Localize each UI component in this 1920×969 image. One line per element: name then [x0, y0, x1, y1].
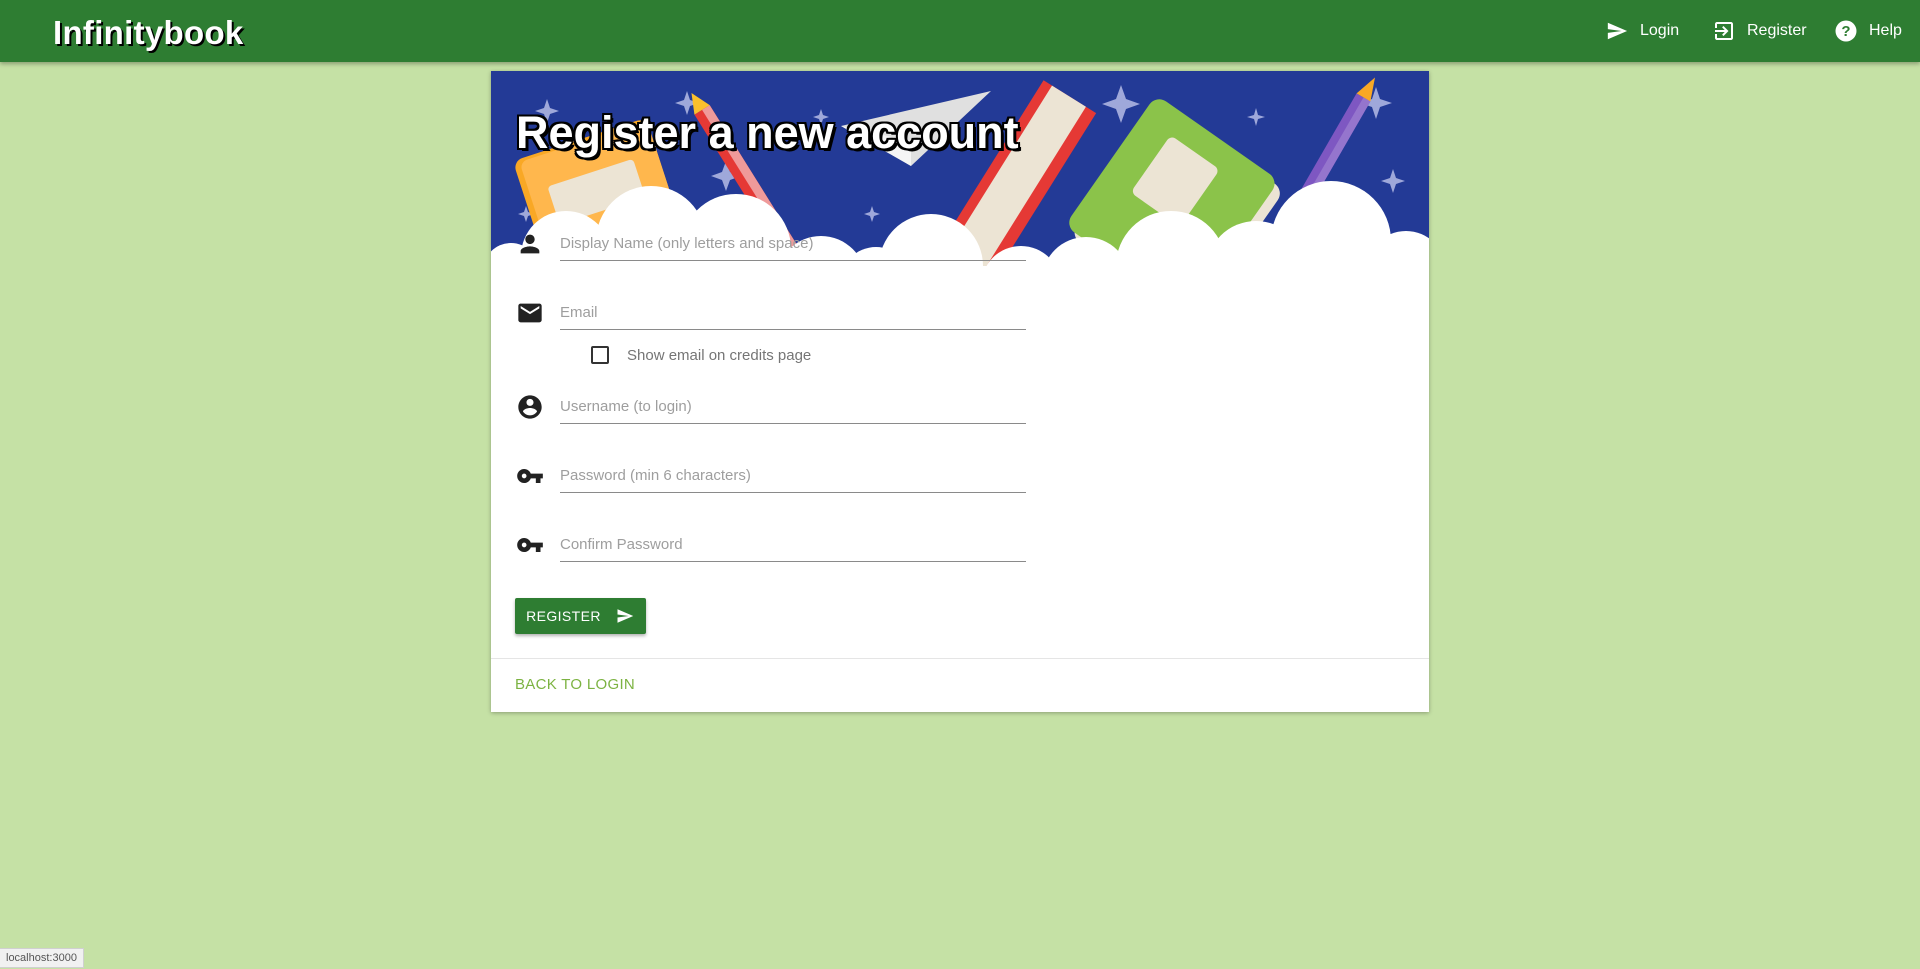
nav-login-label: Login	[1640, 22, 1680, 39]
send-icon	[617, 609, 634, 623]
register-button[interactable]: REGISTER	[515, 598, 646, 634]
key-icon	[517, 538, 543, 552]
key-icon	[517, 469, 543, 483]
nav-help-label: Help	[1869, 22, 1902, 39]
show-email-option[interactable]: Show email on credits page	[591, 346, 811, 364]
register-button-label: REGISTER	[526, 608, 601, 624]
email-row	[516, 291, 1026, 335]
show-email-label: Show email on credits page	[627, 346, 812, 364]
nav-register[interactable]: Register	[1712, 0, 1807, 62]
app-bar: Infinitybook Login Register ? Help	[0, 0, 1920, 62]
show-email-checkbox[interactable]	[591, 346, 609, 364]
brand-logo-text[interactable]: Infinitybook	[53, 14, 244, 52]
password-input[interactable]	[560, 458, 1026, 493]
confirm-password-input[interactable]	[560, 527, 1026, 562]
display-name-input[interactable]	[560, 226, 1026, 261]
nav-register-label: Register	[1747, 22, 1807, 39]
help-circle-icon: ?	[1835, 20, 1857, 42]
register-card: Register a new account Show email on cre…	[491, 71, 1429, 712]
username-input[interactable]	[560, 389, 1026, 424]
account-circle-icon	[518, 395, 542, 419]
login-arrow-icon	[1715, 22, 1733, 40]
browser-status-bar: localhost:3000	[0, 948, 84, 968]
email-input[interactable]	[560, 295, 1026, 330]
person-icon	[520, 234, 540, 254]
display-name-row	[516, 222, 1026, 266]
page-title: Register a new account	[516, 107, 1019, 158]
card-divider	[491, 658, 1429, 659]
nav-login[interactable]: Login	[1605, 0, 1679, 62]
confirm-password-row	[516, 523, 1026, 567]
password-row	[516, 454, 1026, 498]
svg-text:?: ?	[1841, 23, 1850, 40]
send-icon	[1607, 22, 1628, 40]
nav-help[interactable]: ? Help	[1834, 0, 1902, 62]
back-to-login-link[interactable]: BACK TO LOGIN	[515, 676, 635, 693]
mail-icon	[518, 303, 542, 323]
username-row	[516, 385, 1026, 429]
